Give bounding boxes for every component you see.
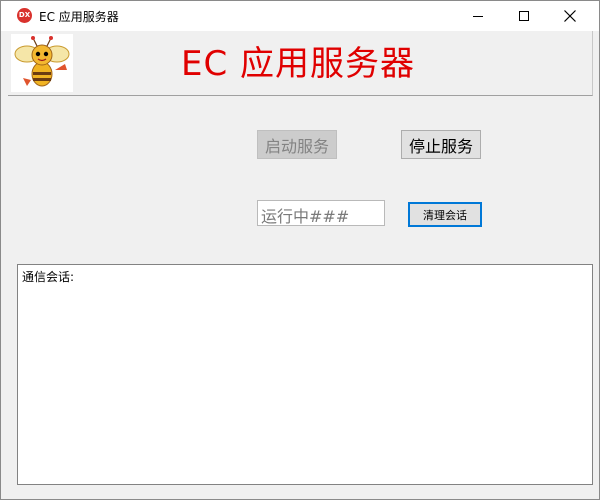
app-icon[interactable]: DX: [17, 8, 32, 23]
title-bar[interactable]: DX EC 应用服务器: [1, 1, 599, 31]
clear-session-button[interactable]: 清理会话: [408, 202, 482, 227]
app-window: DX EC 应用服务器 EC 应用服务器 启动服务 停止服务 运行中### 清理…: [0, 0, 600, 500]
status-field[interactable]: 运行中###: [257, 200, 385, 226]
minimize-icon: [473, 16, 483, 17]
app-heading: EC 应用服务器: [181, 44, 416, 84]
session-log[interactable]: 通信会话:: [17, 264, 593, 485]
maximize-icon: [519, 11, 529, 21]
close-icon: [564, 10, 576, 22]
minimize-button[interactable]: [455, 1, 501, 31]
window-title: EC 应用服务器: [39, 10, 119, 24]
bee-mascot-icon: [11, 34, 73, 92]
close-button[interactable]: [547, 1, 593, 31]
session-log-label: 通信会话:: [22, 270, 75, 284]
start-service-button[interactable]: 启动服务: [257, 130, 337, 159]
maximize-button[interactable]: [501, 1, 547, 31]
header-panel: EC 应用服务器: [8, 31, 593, 96]
stop-service-button[interactable]: 停止服务: [401, 130, 481, 159]
